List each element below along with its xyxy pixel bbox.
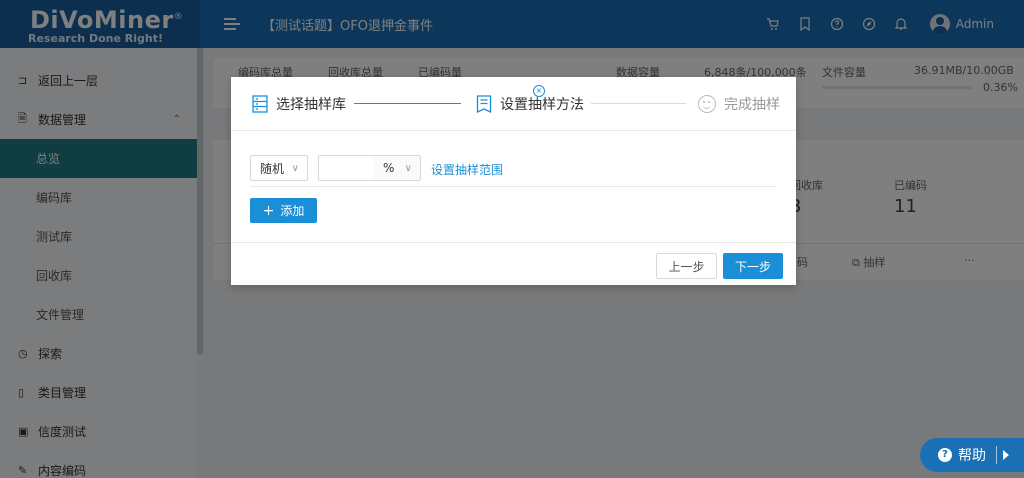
question-icon: ?: [938, 448, 952, 462]
modal-footer: 上一步 下一步: [231, 242, 796, 285]
plus-icon: +: [262, 202, 275, 219]
step-set-method: 设置抽样方法: [476, 94, 584, 114]
step-complete: 完成抽样: [698, 94, 780, 114]
step-connector-pending: [591, 103, 686, 104]
chevron-down-icon: ∨: [404, 162, 412, 174]
add-button-label: 添加: [280, 204, 305, 218]
database-icon: [252, 95, 268, 113]
unit-select-value: %: [383, 161, 395, 175]
unit-select[interactable]: % ∨: [374, 155, 421, 181]
help-label: 帮助: [958, 448, 986, 464]
help-divider: [996, 446, 997, 464]
remove-row-icon[interactable]: ×: [533, 85, 545, 97]
step-label: 完成抽样: [724, 97, 780, 113]
method-select-value: 随机: [260, 161, 285, 176]
steps-bar: 选择抽样库 设置抽样方法 完成抽样: [231, 77, 796, 131]
step-select-library: 选择抽样库: [252, 94, 346, 114]
method-select[interactable]: 随机 ∨: [250, 155, 308, 181]
row-divider: [250, 186, 776, 187]
step-label: 选择抽样库: [276, 97, 346, 113]
play-icon[interactable]: [1003, 450, 1009, 460]
step-connector-done: [354, 103, 461, 104]
chevron-down-icon: ∨: [291, 162, 299, 174]
sampling-modal: 选择抽样库 设置抽样方法 完成抽样 随机 ∨ % ∨ 设置抽样范围 + 添加 上…: [231, 77, 796, 285]
amount-input[interactable]: [318, 155, 375, 181]
modal-body: 随机 ∨ % ∨ 设置抽样范围 + 添加: [231, 131, 796, 242]
smile-icon: [698, 95, 716, 113]
next-step-button[interactable]: 下一步: [723, 253, 783, 279]
set-range-link[interactable]: 设置抽样范围: [431, 161, 503, 178]
step-label: 设置抽样方法: [500, 97, 584, 113]
help-button[interactable]: ? 帮助: [920, 438, 1024, 472]
add-button[interactable]: + 添加: [250, 198, 317, 223]
prev-step-button[interactable]: 上一步: [656, 253, 717, 279]
method-doc-icon: [476, 95, 492, 114]
